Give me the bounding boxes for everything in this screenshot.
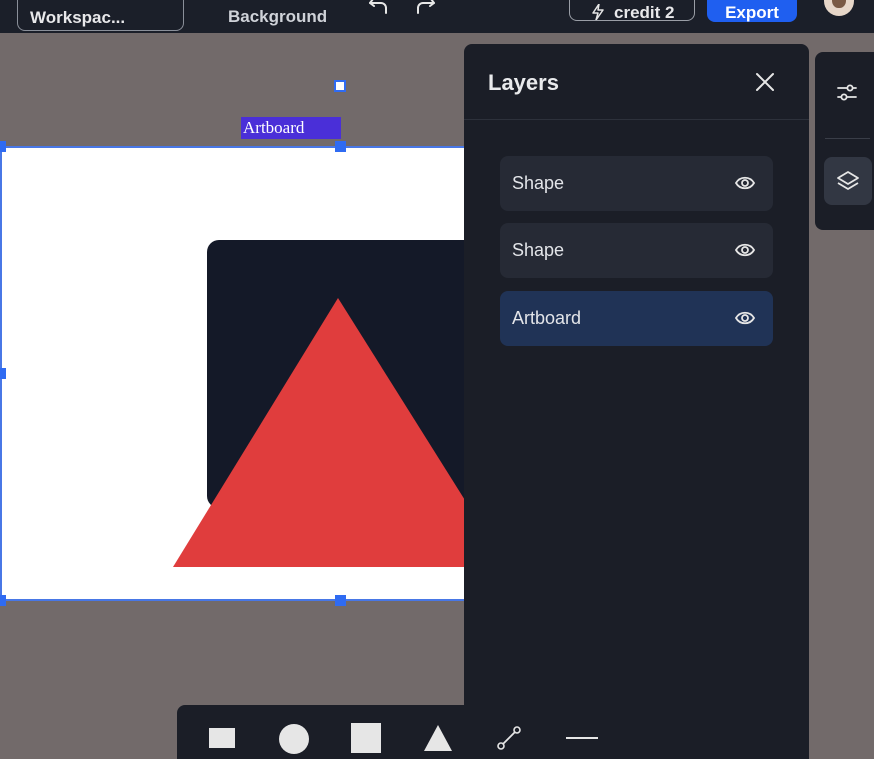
resize-handle-top-left[interactable] [0, 141, 6, 152]
shape-toolbar [177, 705, 464, 759]
close-icon[interactable] [754, 71, 776, 93]
path-tool-icon[interactable] [496, 725, 524, 751]
square-tool-icon[interactable] [351, 723, 381, 753]
rectangle-tool-icon[interactable] [209, 728, 235, 748]
resize-handle-bottom-left[interactable] [0, 595, 6, 606]
top-bar: Workspac... Background credit 2 Export [0, 0, 874, 33]
artboard-tag[interactable]: Artboard [241, 117, 341, 139]
avatar-face [832, 0, 846, 8]
layers-toggle-button[interactable] [824, 157, 872, 205]
artboard[interactable] [0, 146, 470, 601]
export-button[interactable]: Export [707, 0, 797, 22]
line-tool-icon[interactable] [566, 736, 598, 740]
workspace-button[interactable]: Workspac... [17, 0, 184, 31]
layers-title: Layers [488, 70, 559, 95]
circle-tool-icon[interactable] [278, 723, 310, 755]
layer-label: Shape [512, 173, 565, 193]
layers-icon [837, 171, 859, 190]
divider [825, 138, 870, 139]
layers-panel: Layers Shape Shape Artboard [464, 44, 809, 759]
resize-handle-middle-left[interactable] [0, 368, 6, 379]
resize-handle-top-center[interactable] [335, 141, 346, 152]
bolt-icon [592, 4, 604, 20]
eye-icon[interactable] [735, 174, 755, 192]
credit-button[interactable]: credit 2 [569, 0, 695, 22]
triangle-tool-icon[interactable] [424, 725, 452, 751]
layer-label: Shape [512, 240, 565, 260]
eye-icon[interactable] [735, 241, 755, 259]
sliders-icon[interactable] [836, 82, 858, 104]
resize-handle-bottom-center[interactable] [335, 595, 346, 606]
side-panel [815, 52, 874, 230]
undo-icon[interactable] [368, 0, 390, 16]
background-button[interactable]: Background [228, 7, 327, 27]
rotate-handle[interactable] [334, 80, 346, 92]
shape-triangle[interactable] [2, 148, 470, 601]
eye-icon[interactable] [735, 309, 755, 327]
layer-item-shape-2[interactable]: Shape [500, 223, 773, 278]
layer-item-shape-1[interactable]: Shape [500, 156, 773, 211]
avatar[interactable] [824, 0, 854, 16]
credit-label: credit 2 [614, 3, 675, 22]
redo-icon[interactable] [414, 0, 436, 16]
layer-label: Artboard [512, 308, 582, 328]
layers-header: Layers [464, 44, 809, 120]
layer-item-artboard[interactable]: Artboard [500, 291, 773, 346]
